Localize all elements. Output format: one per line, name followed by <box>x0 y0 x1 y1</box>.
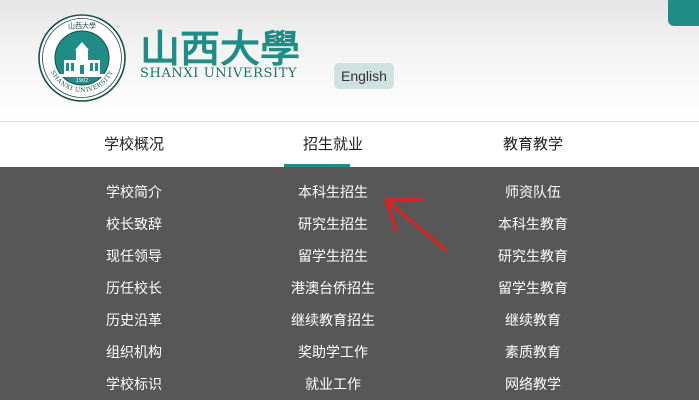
menu-item-international-admission[interactable]: 留学生招生 <box>253 241 413 273</box>
menu-item-history[interactable]: 历史沿革 <box>54 305 214 337</box>
tab-label: 教育教学 <box>502 135 563 153</box>
menu-item-hmt-admission[interactable]: 港澳台侨招生 <box>253 273 413 305</box>
menu-item-financial-aid[interactable]: 奖助学工作 <box>253 337 413 369</box>
corner-tab[interactable] <box>668 0 699 26</box>
menu-item-organization[interactable]: 组织机构 <box>54 337 214 369</box>
menu-item-international-education[interactable]: 留学生教育 <box>453 273 613 305</box>
tab-label: 招生就业 <box>302 135 363 153</box>
brand-chinese-text: 山西大學 <box>140 26 300 70</box>
menu-item-president-message[interactable]: 校长致辞 <box>54 209 214 241</box>
menu-item-school-emblem[interactable]: 学校标识 <box>54 369 214 401</box>
menu-item-faculty[interactable]: 师资队伍 <box>453 177 613 209</box>
tab-school-overview[interactable]: 学校概况 <box>54 122 214 167</box>
english-language-button[interactable]: English <box>334 63 394 89</box>
menu-item-graduate-admission[interactable]: 研究生招生 <box>253 209 413 241</box>
menu-item-quality-education[interactable]: 素质教育 <box>453 337 613 369</box>
menu-item-employment[interactable]: 就业工作 <box>253 369 413 401</box>
menu-item-undergrad-admission[interactable]: 本科生招生 <box>253 177 413 209</box>
brand-english-name: SHANXI UNIVERSITY <box>140 66 298 81</box>
main-nav: 学校概况 招生就业 教育教学 <box>0 121 699 167</box>
seal-top-text: 山西大學 <box>68 21 96 30</box>
menu-item-graduate-education[interactable]: 研究生教育 <box>453 241 613 273</box>
menu-item-current-leaders[interactable]: 现任领导 <box>54 241 214 273</box>
tab-admissions-employment[interactable]: 招生就业 <box>253 122 413 167</box>
mega-dropdown-menu: 学校简介 校长致辞 现任领导 历任校长 历史沿革 组织机构 学校标识 本科生招生… <box>0 167 699 400</box>
menu-item-former-presidents[interactable]: 历任校长 <box>54 273 214 305</box>
university-seal-logo[interactable]: 山西大學 SHANXI UNIVERSITY 1902 <box>38 14 126 102</box>
brand-chinese-logotype[interactable]: 山西大學 <box>138 24 304 70</box>
dropdown-column-admissions: 本科生招生 研究生招生 留学生招生 港澳台侨招生 继续教育招生 奖助学工作 就业… <box>253 177 413 401</box>
site-header: 山西大學 SHANXI UNIVERSITY 1902 山西大學 SHANXI … <box>0 0 699 121</box>
menu-item-continuing-ed-admission[interactable]: 继续教育招生 <box>253 305 413 337</box>
menu-item-online-teaching[interactable]: 网络教学 <box>453 369 613 401</box>
menu-item-continuing-education[interactable]: 继续教育 <box>453 305 613 337</box>
seal-year: 1902 <box>76 78 89 84</box>
tab-label: 学校概况 <box>103 135 164 153</box>
tab-education-teaching[interactable]: 教育教学 <box>453 122 613 167</box>
dropdown-column-overview: 学校简介 校长致辞 现任领导 历任校长 历史沿革 组织机构 学校标识 <box>54 177 214 401</box>
menu-item-school-intro[interactable]: 学校简介 <box>54 177 214 209</box>
menu-item-undergrad-education[interactable]: 本科生教育 <box>453 209 613 241</box>
dropdown-column-education: 师资队伍 本科生教育 研究生教育 留学生教育 继续教育 素质教育 网络教学 <box>453 177 613 401</box>
